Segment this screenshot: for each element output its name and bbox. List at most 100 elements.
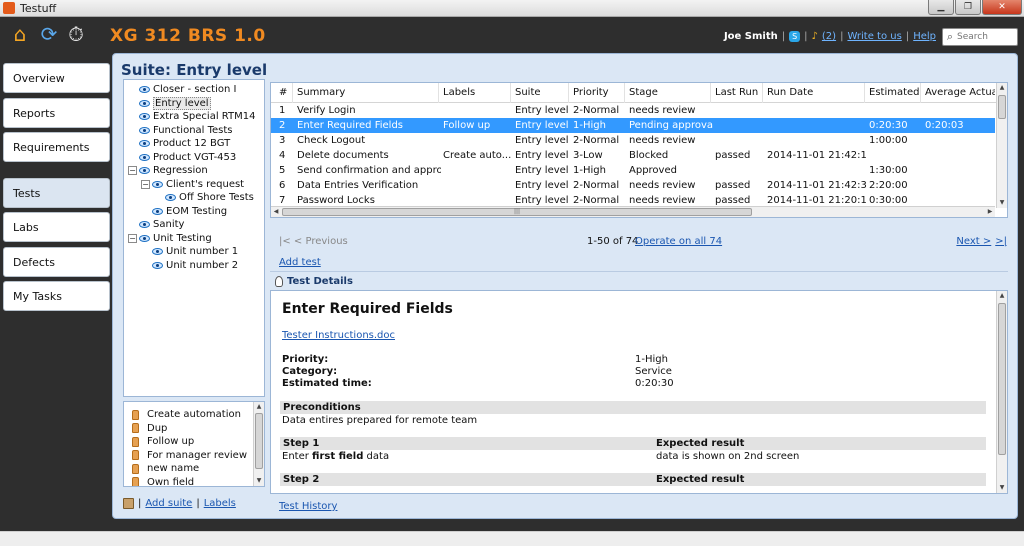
tree-item[interactable]: Closer - section I xyxy=(128,83,236,96)
table-cell: Entry level xyxy=(515,165,569,176)
tree-item[interactable]: Functional Tests xyxy=(128,124,233,137)
label-item[interactable]: Own field xyxy=(132,476,194,486)
tree-item[interactable]: Sanity xyxy=(128,218,184,231)
attachment-link[interactable]: Tester Instructions.doc xyxy=(282,330,395,341)
tree-item-label: EOM Testing xyxy=(166,205,228,217)
write-to-us-link[interactable]: Write to us xyxy=(847,31,901,42)
table-cell: passed xyxy=(715,150,751,161)
home-icon[interactable]: ⌂ xyxy=(8,22,32,46)
bell-icon[interactable]: ♪ xyxy=(812,31,818,42)
scroll-thumb[interactable]: ||| xyxy=(282,208,752,216)
trash-icon[interactable] xyxy=(123,498,134,509)
tree-item[interactable]: Product 12 BGT xyxy=(128,137,230,150)
labels-link[interactable]: Labels xyxy=(204,498,236,509)
tree-item[interactable]: Entry level xyxy=(128,96,211,110)
stopwatch-icon[interactable]: ⏱ xyxy=(64,22,88,46)
column-header[interactable]: Suite xyxy=(515,87,571,98)
table-row[interactable]: 1 Verify Login Entry level 2-Normal needs re… xyxy=(271,103,995,118)
column-header[interactable]: Summary xyxy=(297,87,441,98)
collapse-icon[interactable]: − xyxy=(128,166,137,175)
tree-item[interactable]: Off Shore Tests xyxy=(154,191,254,204)
column-separator[interactable] xyxy=(864,83,865,103)
tree-item[interactable]: Unit number 1 xyxy=(141,245,238,258)
grid-vertical-scrollbar[interactable]: ▲ ▼ xyxy=(996,83,1007,208)
close-button[interactable]: ✕ xyxy=(982,0,1022,15)
table-row[interactable]: 6 Data Entries Verification Entry level 2-N… xyxy=(271,178,995,193)
previous-page-link[interactable]: |< < Previous xyxy=(279,236,348,247)
search-input[interactable] xyxy=(957,30,1015,44)
table-row[interactable]: 4 Delete documents Create auto... Entry lev… xyxy=(271,148,995,163)
nav-labs[interactable]: Labs xyxy=(3,212,110,242)
label-item[interactable]: Dup xyxy=(132,422,167,435)
table-row[interactable]: 2 Enter Required Fields Follow up Entry lev… xyxy=(271,118,995,133)
column-separator[interactable] xyxy=(568,83,569,103)
label-item[interactable]: new name xyxy=(132,462,199,475)
nav-reports[interactable]: Reports xyxy=(3,98,110,128)
column-header[interactable]: Priority xyxy=(573,87,627,98)
nav-tests[interactable]: Tests xyxy=(3,178,110,208)
scroll-down-arrow-icon[interactable]: ▼ xyxy=(997,198,1007,208)
labels-scrollbar[interactable]: ▲ ▼ xyxy=(253,402,264,486)
skype-icon[interactable]: S xyxy=(789,31,801,42)
column-header[interactable]: Estimated xyxy=(869,87,923,98)
nav-my-tasks[interactable]: My Tasks xyxy=(3,281,110,311)
column-header[interactable]: Average Actual xyxy=(925,87,995,98)
scroll-left-arrow-icon[interactable]: ◀ xyxy=(271,207,281,217)
scroll-up-arrow-icon[interactable]: ▲ xyxy=(254,402,264,412)
collapse-icon[interactable]: − xyxy=(141,179,150,189)
notifications-link[interactable]: (2) xyxy=(822,31,836,42)
details-scrollbar[interactable]: ▲ ▼ xyxy=(996,291,1007,493)
column-header[interactable]: Stage xyxy=(629,87,713,98)
scroll-up-arrow-icon[interactable]: ▲ xyxy=(997,291,1007,301)
scroll-thumb[interactable] xyxy=(255,413,263,469)
scroll-thumb[interactable] xyxy=(998,303,1006,455)
column-separator[interactable] xyxy=(762,83,763,103)
grid-horizontal-scrollbar[interactable]: ◀ ||| ▶ xyxy=(271,206,995,217)
operate-on-all-link[interactable]: Operate on all 74 xyxy=(635,236,722,247)
nav-defects[interactable]: Defects xyxy=(3,247,110,277)
scroll-down-arrow-icon[interactable]: ▼ xyxy=(997,483,1007,493)
last-page-link[interactable]: >| xyxy=(995,236,1007,247)
column-separator[interactable] xyxy=(292,83,293,103)
label-item[interactable]: For manager review xyxy=(132,449,247,462)
sync-icon[interactable]: ⟳ xyxy=(37,22,61,46)
tree-item[interactable]: Unit number 2 xyxy=(141,259,238,272)
category-label: Category: xyxy=(282,366,338,377)
nav-overview[interactable]: Overview xyxy=(3,63,110,93)
column-separator[interactable] xyxy=(510,83,511,103)
table-cell: Enter Required Fields xyxy=(297,120,403,131)
column-header[interactable]: Run Date xyxy=(767,87,867,98)
scroll-thumb[interactable] xyxy=(998,95,1006,119)
column-separator[interactable] xyxy=(710,83,711,103)
column-header[interactable]: Labels xyxy=(443,87,513,98)
nav-requirements[interactable]: Requirements xyxy=(3,132,110,162)
column-separator[interactable] xyxy=(624,83,625,103)
minimize-button[interactable]: ▁ xyxy=(928,0,954,15)
column-separator[interactable] xyxy=(920,83,921,103)
scroll-up-arrow-icon[interactable]: ▲ xyxy=(997,83,1007,93)
label-item[interactable]: Create automation xyxy=(132,408,241,421)
collapse-icon[interactable]: − xyxy=(128,233,137,243)
maximize-button[interactable]: ❐ xyxy=(955,0,981,15)
column-separator[interactable] xyxy=(438,83,439,103)
estimated-time-value: 0:20:30 xyxy=(635,378,674,389)
tree-item[interactable]: Extra Special RTM14 xyxy=(128,110,255,123)
tree-item[interactable]: EOM Testing xyxy=(141,205,227,218)
table-cell: Approved xyxy=(629,165,677,176)
add-suite-link[interactable]: Add suite xyxy=(145,498,192,509)
tree-item[interactable]: Product VGT-453 xyxy=(128,151,236,164)
column-header[interactable]: Last Run xyxy=(715,87,765,98)
tree-item[interactable]: − Unit Testing xyxy=(128,232,212,245)
table-row[interactable]: 3 Check Logout Entry level 2-Normal needs re… xyxy=(271,133,995,148)
scroll-right-arrow-icon[interactable]: ▶ xyxy=(985,207,995,217)
test-history-link[interactable]: Test History xyxy=(279,501,337,512)
scroll-down-arrow-icon[interactable]: ▼ xyxy=(254,476,264,486)
tree-item[interactable]: − Client's request xyxy=(141,178,244,191)
add-test-link[interactable]: Add test xyxy=(279,257,321,268)
table-row[interactable]: 5 Send confirmation and approval Entry lev… xyxy=(271,163,995,178)
table-cell: Entry level xyxy=(515,105,569,116)
label-item[interactable]: Follow up xyxy=(132,435,194,448)
tree-item[interactable]: − Regression xyxy=(128,164,208,177)
help-link[interactable]: Help xyxy=(913,31,936,42)
next-page-link[interactable]: Next > xyxy=(956,236,991,247)
